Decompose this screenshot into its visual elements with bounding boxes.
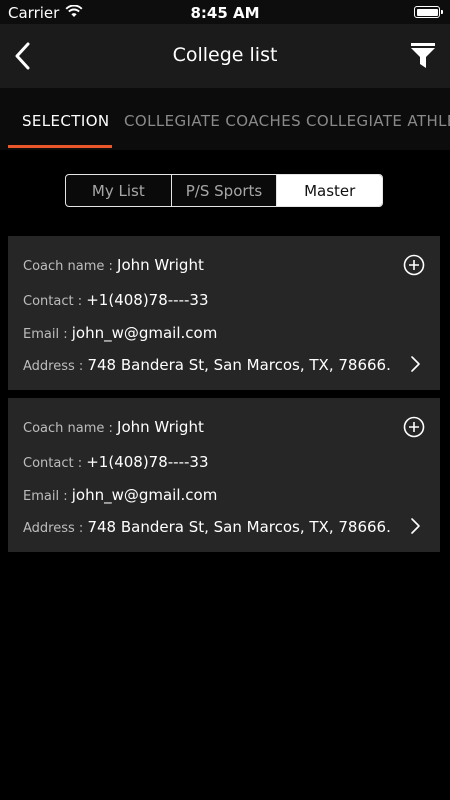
coach-name-label: Coach name :: [23, 421, 113, 436]
segment-my-list[interactable]: My List: [66, 175, 172, 206]
contact-row: Contact : +1(408)78----33: [23, 291, 209, 309]
address-row: Address : 748 Bandera St, San Marcos, TX…: [23, 356, 391, 374]
active-tab-indicator: [8, 145, 112, 148]
coach-card[interactable]: Coach name : John Wright Contact : +1(40…: [8, 398, 440, 552]
contact-value: +1(408)78----33: [86, 453, 209, 471]
coach-name-value: John Wright: [117, 256, 204, 274]
address-label: Address :: [23, 359, 84, 374]
navigation-bar: College list: [0, 24, 450, 88]
status-bar: Carrier 8:45 AM: [0, 0, 450, 24]
address-row: Address : 748 Bandera St, San Marcos, TX…: [23, 518, 391, 536]
contact-label: Contact :: [23, 294, 83, 309]
list-segmented-control: My List P/S Sports Master: [65, 174, 383, 207]
email-value: john_w@gmail.com: [71, 486, 218, 504]
add-circle-icon[interactable]: [403, 416, 425, 438]
tab-collegiate-athletes[interactable]: COLLEGIATE ATHLE: [306, 112, 450, 130]
address-value: 748 Bandera St, San Marcos, TX, 78666.: [87, 518, 391, 536]
filter-button[interactable]: [408, 40, 438, 72]
email-value: john_w@gmail.com: [71, 324, 218, 342]
tab-bar: SELECTION COLLEGIATE COACHES COLLEGIATE …: [0, 88, 450, 150]
battery-icon: [414, 6, 443, 18]
chevron-right-icon[interactable]: [409, 516, 423, 536]
address-value: 748 Bandera St, San Marcos, TX, 78666.: [87, 356, 391, 374]
coach-name-label: Coach name :: [23, 259, 113, 274]
tab-collegiate-coaches[interactable]: COLLEGIATE COACHES: [124, 112, 301, 130]
tab-selection[interactable]: SELECTION: [22, 112, 110, 130]
segment-ps-sports[interactable]: P/S Sports: [172, 175, 278, 206]
status-time: 8:45 AM: [190, 4, 260, 22]
contact-label: Contact :: [23, 456, 83, 471]
contact-value: +1(408)78----33: [86, 291, 209, 309]
coach-name-row: Coach name : John Wright: [23, 418, 204, 436]
add-circle-icon[interactable]: [403, 254, 425, 276]
coach-name-row: Coach name : John Wright: [23, 256, 204, 274]
segment-master[interactable]: Master: [277, 175, 382, 206]
email-row: Email : john_w@gmail.com: [23, 324, 217, 342]
coach-name-value: John Wright: [117, 418, 204, 436]
email-label: Email :: [23, 489, 68, 504]
contact-row: Contact : +1(408)78----33: [23, 453, 209, 471]
email-label: Email :: [23, 327, 68, 342]
address-label: Address :: [23, 521, 84, 536]
page-title: College list: [172, 44, 278, 66]
coach-card[interactable]: Coach name : John Wright Contact : +1(40…: [8, 236, 440, 390]
email-row: Email : john_w@gmail.com: [23, 486, 217, 504]
chevron-right-icon[interactable]: [409, 354, 423, 374]
filter-icon: [411, 43, 435, 68]
